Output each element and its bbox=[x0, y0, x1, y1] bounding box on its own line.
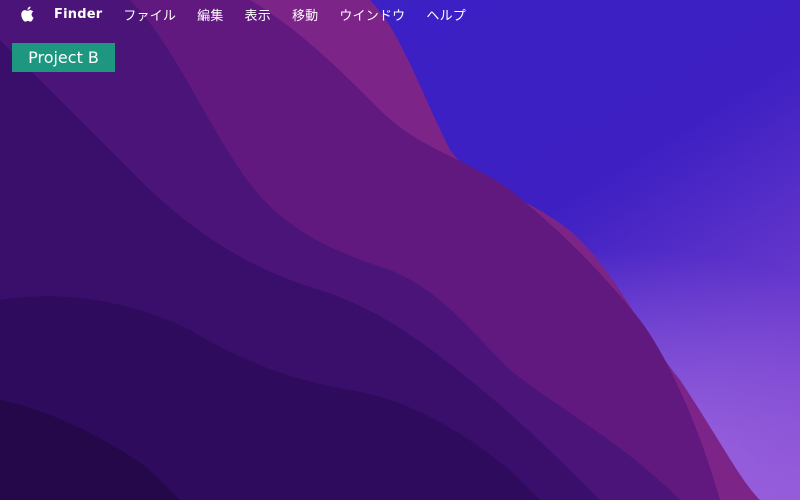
menu-file[interactable]: ファイル bbox=[123, 5, 176, 24]
menu-help[interactable]: ヘルプ bbox=[426, 5, 466, 24]
menu-app-finder[interactable]: Finder bbox=[54, 7, 102, 22]
menu-window[interactable]: ウインドウ bbox=[339, 5, 405, 24]
desktop[interactable]: Finder ファイル 編集 表示 移動 ウインドウ ヘルプ Project B bbox=[0, 0, 800, 500]
wallpaper bbox=[0, 0, 800, 500]
desktop-item-project-b-label[interactable]: Project B bbox=[12, 43, 115, 72]
menu-go[interactable]: 移動 bbox=[292, 5, 318, 24]
menu-edit[interactable]: 編集 bbox=[197, 5, 223, 24]
apple-logo-icon bbox=[21, 6, 34, 22]
menu-bar: Finder ファイル 編集 表示 移動 ウインドウ ヘルプ bbox=[0, 0, 800, 28]
menu-view[interactable]: 表示 bbox=[245, 5, 271, 24]
apple-menu-icon[interactable] bbox=[20, 6, 34, 22]
